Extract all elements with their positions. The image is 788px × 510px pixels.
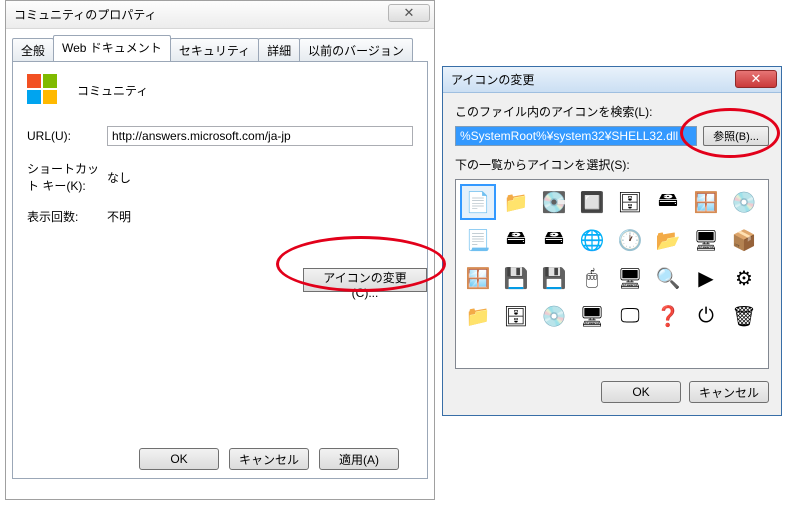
document-icon[interactable]: 📃 — [460, 222, 496, 258]
cd-icon[interactable]: 💿 — [726, 184, 762, 220]
cd2-icon[interactable]: 💿 — [536, 298, 572, 334]
net-drive-icon[interactable]: 🖴 — [498, 222, 534, 258]
search-label: このファイル内のアイコンを検索(L): — [455, 103, 769, 120]
title-text: コミュニティのプロパティ — [12, 6, 428, 23]
icon-dialog-close-button[interactable]: ✕ — [735, 70, 777, 88]
ok-button[interactable]: OK — [139, 448, 219, 470]
hd-icon[interactable]: 🗄 — [498, 298, 534, 334]
monitor2-icon[interactable]: 🖥 — [574, 298, 610, 334]
browse-button[interactable]: 参照(B)... — [703, 126, 769, 146]
mouse-icon[interactable]: 🖱 — [574, 260, 610, 296]
icon-dialog-titlebar: アイコンの変更 ✕ — [443, 67, 781, 93]
cancel-button[interactable]: キャンセル — [229, 448, 309, 470]
folder-open-icon[interactable]: 📂 — [650, 222, 686, 258]
tab-web-document[interactable]: Web ドキュメント — [53, 35, 171, 61]
gear-icon[interactable]: ⚙ — [726, 260, 762, 296]
select-label: 下の一覧からアイコンを選択(S): — [455, 156, 769, 173]
apply-button[interactable]: 適用(A) — [319, 448, 399, 470]
chip-icon[interactable]: 🔲 — [574, 184, 610, 220]
folder2-icon[interactable]: 📁 — [460, 298, 496, 334]
tab-content: コミュニティ URL(U): ショートカット キー(K): なし 表示回数: 不… — [12, 61, 428, 479]
titlebar: コミュニティのプロパティ ✕ — [6, 1, 434, 29]
close-button[interactable]: ✕ — [388, 4, 430, 22]
monitor-icon[interactable]: 🖥 — [688, 222, 724, 258]
icon-path-input[interactable] — [455, 126, 697, 146]
floppy-icon[interactable]: 💾 — [498, 260, 534, 296]
search-icon[interactable]: 🔍 — [650, 260, 686, 296]
drive2-icon[interactable]: 🖴 — [650, 184, 686, 220]
icon-ok-button[interactable]: OK — [601, 381, 681, 403]
tab-general[interactable]: 全般 — [12, 38, 54, 62]
visit-value: 不明 — [107, 208, 131, 225]
power-icon[interactable]: ⏻ — [688, 298, 724, 334]
floppy-x-icon[interactable]: 💾 — [536, 260, 572, 296]
bin-icon[interactable]: 🗑 — [726, 298, 762, 334]
drive-icon[interactable]: 🗄 — [612, 184, 648, 220]
shortcut-value: なし — [107, 169, 131, 186]
tabstrip: 全般 Web ドキュメント セキュリティ 詳細 以前のバージョン — [12, 35, 428, 61]
microsoft-icon — [27, 74, 59, 106]
shortcut-label: ショートカット キー(K): — [27, 160, 107, 194]
pc-icon[interactable]: 🖥 — [612, 260, 648, 296]
disk-icon[interactable]: 💽 — [536, 184, 572, 220]
url-label: URL(U): — [27, 129, 107, 143]
box-icon[interactable]: 📦 — [726, 222, 762, 258]
folder-icon[interactable]: 📁 — [498, 184, 534, 220]
change-icon-button[interactable]: アイコンの変更(C)... — [303, 268, 427, 292]
help-icon[interactable]: ❓ — [650, 298, 686, 334]
clock-icon[interactable]: 🕐 — [612, 222, 648, 258]
icon-cancel-button[interactable]: キャンセル — [689, 381, 769, 403]
icon-list[interactable]: 📄📁💽🔲🗄🖴🪟💿📃🖴🖴🌐🕐📂🖥📦🪟💾💾🖱🖥🔍▶⚙📁🗄💿🖥🖵❓⏻🗑 — [455, 179, 769, 369]
tab-details[interactable]: 詳細 — [258, 38, 300, 62]
tab-previous[interactable]: 以前のバージョン — [299, 38, 413, 62]
window-icon[interactable]: 🪟 — [688, 184, 724, 220]
app-icon[interactable]: 🪟 — [460, 260, 496, 296]
globe-icon[interactable]: 🌐 — [574, 222, 610, 258]
properties-dialog: コミュニティのプロパティ ✕ 全般 Web ドキュメント セキュリティ 詳細 以… — [5, 0, 435, 500]
tab-security[interactable]: セキュリティ — [170, 38, 259, 62]
page-icon[interactable]: 📄 — [460, 184, 496, 220]
run-icon[interactable]: ▶ — [688, 260, 724, 296]
header-label: コミュニティ — [77, 82, 148, 99]
net-drive-x-icon[interactable]: 🖴 — [536, 222, 572, 258]
url-input[interactable] — [107, 126, 413, 146]
screen-icon[interactable]: 🖵 — [612, 298, 648, 334]
visit-label: 表示回数: — [27, 208, 107, 225]
dialog-buttons: OK キャンセル 適用(A) — [13, 448, 427, 470]
icon-change-dialog: アイコンの変更 ✕ このファイル内のアイコンを検索(L): 参照(B)... 下… — [442, 66, 782, 416]
icon-dialog-title: アイコンの変更 — [451, 71, 534, 88]
